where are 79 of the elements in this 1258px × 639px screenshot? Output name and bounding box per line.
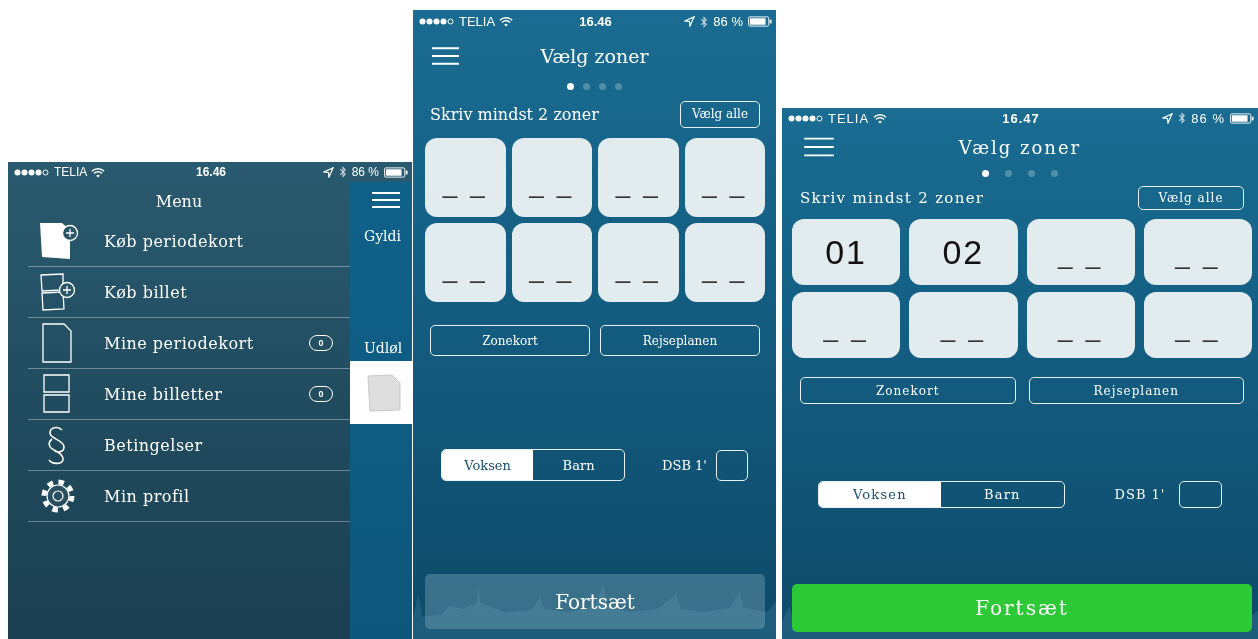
menu-icon[interactable] <box>432 46 459 66</box>
screen-title: Vælg zoner <box>540 45 649 67</box>
carrier-name: TELIA <box>828 110 870 126</box>
zone-field[interactable]: _ _ <box>1026 292 1135 358</box>
carrier-name: TELIA <box>54 165 88 179</box>
select-all-button[interactable]: Vælg alle <box>680 100 760 128</box>
page-indicator-dot[interactable] <box>599 82 606 90</box>
menu-icon[interactable] <box>372 192 400 208</box>
location-icon <box>684 16 696 27</box>
battery-percent: 86 % <box>1191 110 1225 126</box>
instruction-text: Skriv mindst 2 zoner <box>430 104 599 124</box>
checkbox-label: DSB 1' <box>1114 486 1166 502</box>
zone-field[interactable]: _ _ <box>792 292 901 358</box>
menu-item[interactable]: Mine periodekort 0 <box>28 318 350 369</box>
status-time: 16.46 <box>196 165 226 179</box>
signal-icon <box>788 114 824 122</box>
checkbox-label: DSB 1' <box>662 457 707 473</box>
menu-item[interactable]: Betingelser <box>28 420 350 471</box>
screen-title: Vælg zoner <box>958 136 1082 158</box>
status-time: 16.47 <box>1002 110 1040 126</box>
menu-item[interactable]: Køb billet <box>28 267 350 318</box>
page-indicator-dot[interactable] <box>1005 169 1012 177</box>
wifi-icon <box>499 16 514 27</box>
page-indicator-dot[interactable] <box>1051 169 1058 177</box>
zone-field[interactable]: _ _ <box>511 223 592 302</box>
menu-item[interactable]: Mine billetter 0 <box>28 369 350 420</box>
location-icon <box>322 166 334 178</box>
ticket-thumbnail-icon <box>364 372 404 413</box>
zone-field[interactable]: _ _ <box>684 138 765 217</box>
zone-field[interactable]: _ _ <box>598 138 679 217</box>
page-indicator-dot[interactable] <box>583 82 590 90</box>
battery-icon <box>748 16 772 27</box>
zone-field[interactable]: 01 <box>792 219 901 285</box>
link-button[interactable]: Rejseplanen <box>1028 377 1244 404</box>
cut-label: Gyldi <box>364 228 402 244</box>
page-indicator-dot[interactable] <box>982 169 989 177</box>
checkbox[interactable] <box>715 449 748 481</box>
link-button[interactable]: Zonekort <box>800 377 1016 404</box>
zone-field[interactable]: _ _ <box>1143 219 1252 285</box>
select-all-button[interactable]: Vælg alle <box>1138 186 1244 210</box>
bluetooth-icon <box>1178 112 1187 124</box>
segment-option[interactable]: Barn <box>533 450 625 480</box>
menu-item[interactable]: Køb periodekort <box>28 216 350 267</box>
wifi-icon <box>873 112 888 124</box>
battery-percent: 86 % <box>351 165 379 179</box>
bluetooth-icon <box>700 15 709 28</box>
screen-title: Menu <box>154 191 204 213</box>
zone-field[interactable]: _ _ <box>511 138 592 217</box>
wifi-icon <box>91 166 106 178</box>
battery-icon <box>384 166 408 178</box>
zone-field[interactable]: _ _ <box>598 223 679 302</box>
page-indicator-dot[interactable] <box>615 82 622 90</box>
zone-field[interactable]: _ _ <box>1143 292 1252 358</box>
segment-option[interactable]: Barn <box>941 481 1064 507</box>
page-indicator-dot[interactable] <box>1028 169 1035 177</box>
menu-item[interactable]: Min profil <box>28 471 350 522</box>
zone-field[interactable]: _ _ <box>1026 219 1135 285</box>
bluetooth-icon <box>338 166 347 178</box>
section-sign-icon <box>47 425 65 465</box>
signal-icon <box>14 168 50 176</box>
status-time: 16.46 <box>579 14 612 29</box>
zone-field[interactable]: _ _ <box>425 138 506 217</box>
zone-field[interactable]: 02 <box>909 219 1018 285</box>
zone-field[interactable]: _ _ <box>909 292 1018 358</box>
link-button[interactable]: Rejseplanen <box>600 325 760 356</box>
segment-option[interactable]: Voksen <box>442 450 534 480</box>
battery-percent: 86 % <box>713 14 743 29</box>
carrier-name: TELIA <box>459 14 496 29</box>
segment-option[interactable]: Voksen <box>818 481 942 507</box>
zone-field[interactable]: _ _ <box>684 223 765 302</box>
checkbox[interactable] <box>1179 480 1223 508</box>
battery-icon <box>1230 112 1254 124</box>
location-icon <box>1162 112 1174 124</box>
zone-field[interactable]: _ _ <box>425 223 506 302</box>
instruction-text: Skriv mindst 2 zoner <box>800 189 985 207</box>
cut-label: Udløl <box>364 340 404 356</box>
page-indicator-dot[interactable] <box>567 82 574 90</box>
signal-icon <box>419 18 455 25</box>
link-button[interactable]: Zonekort <box>430 325 590 356</box>
